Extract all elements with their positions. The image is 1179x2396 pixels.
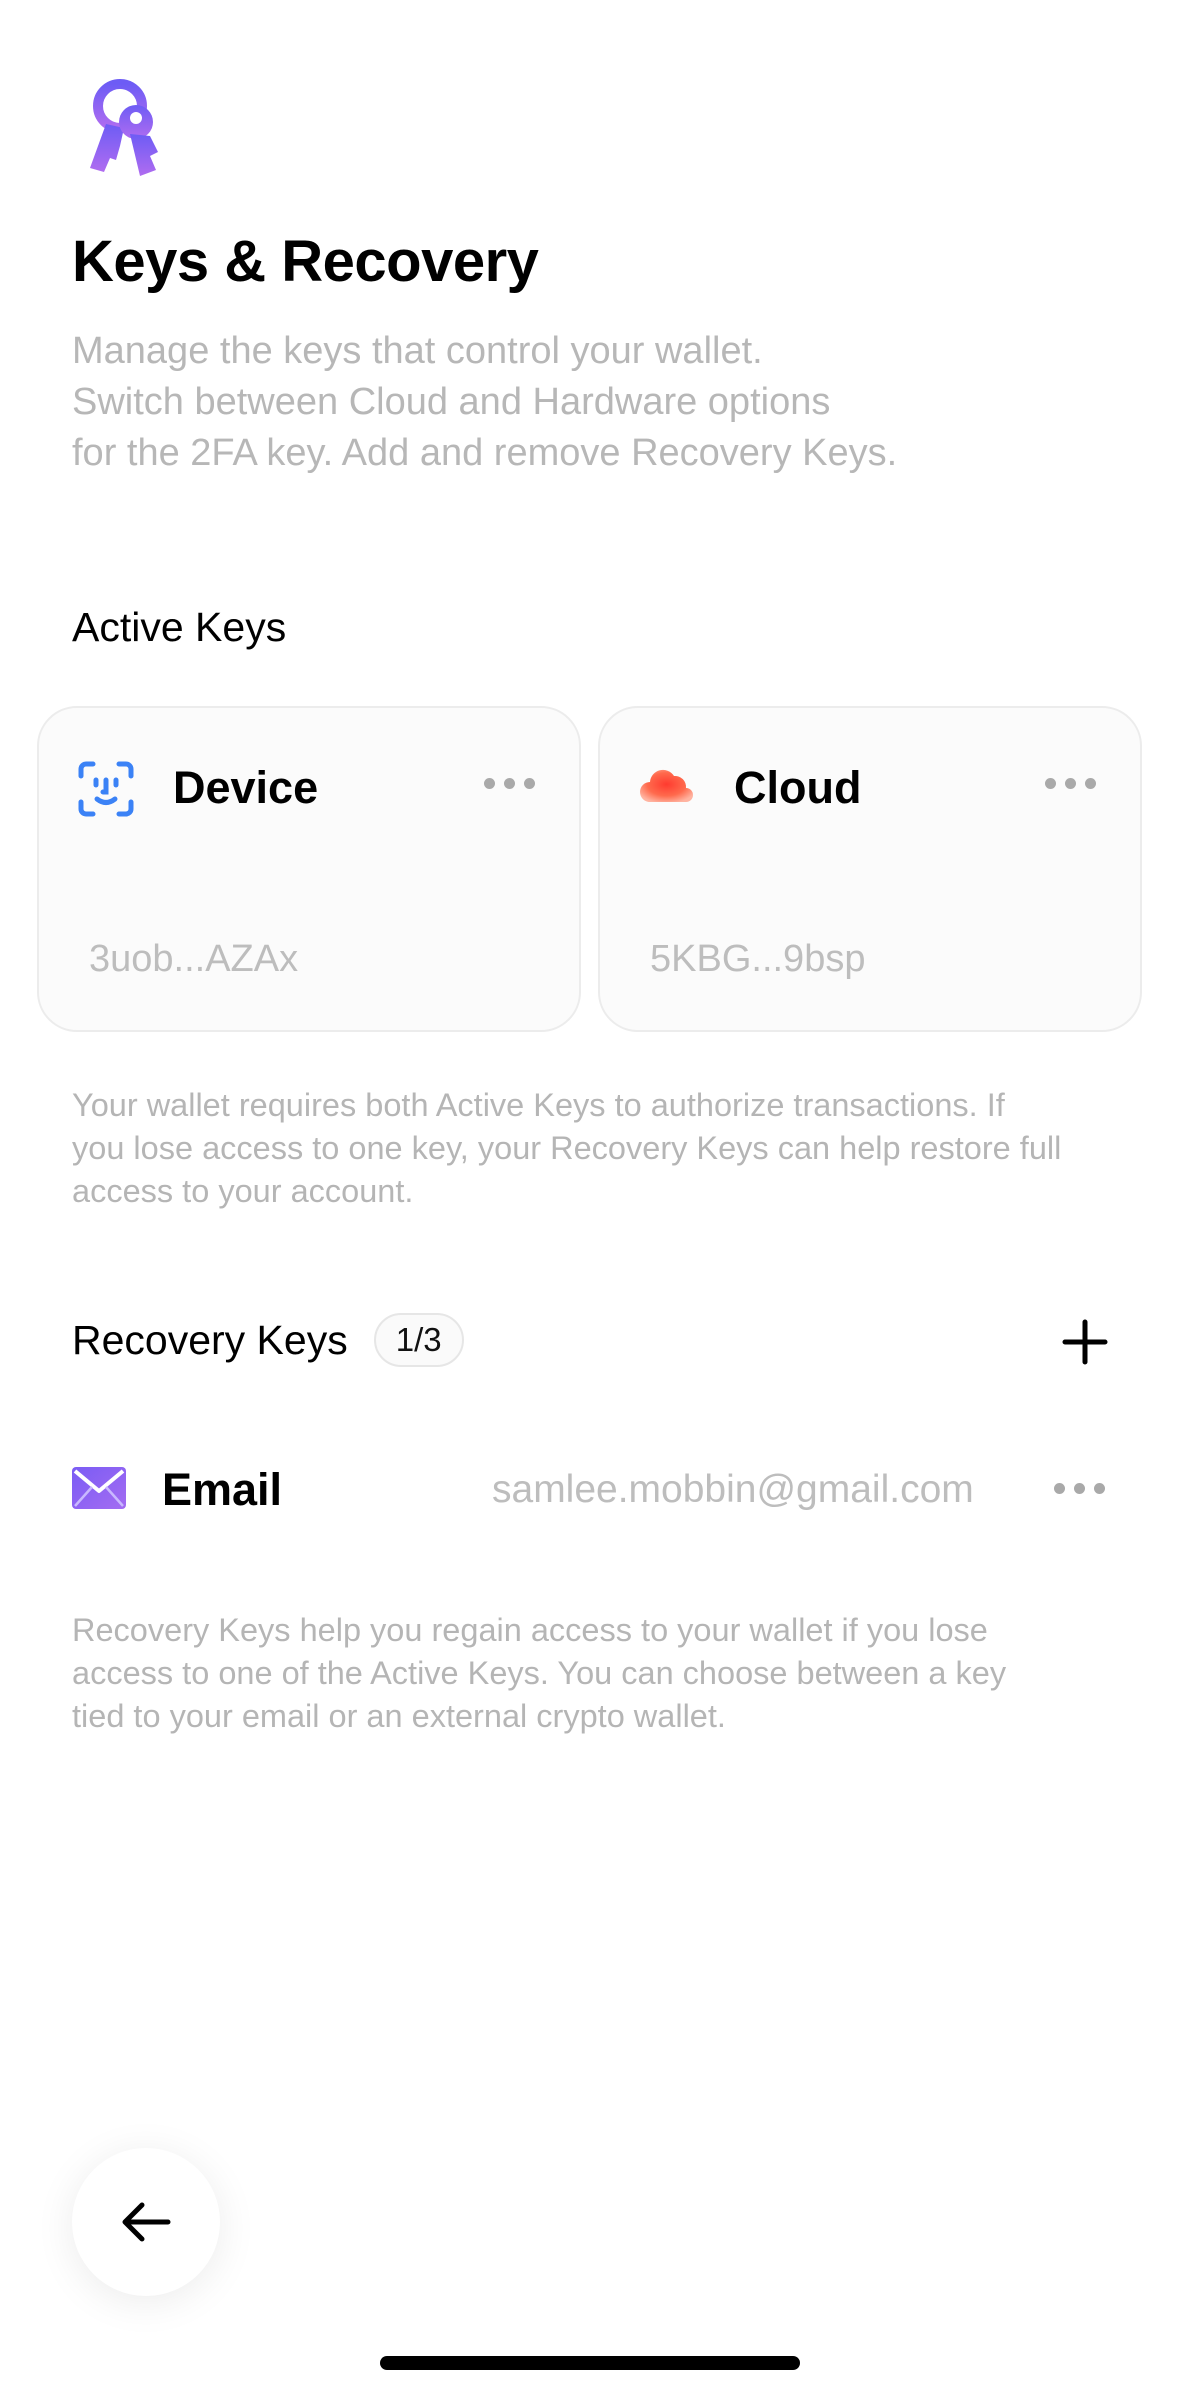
subtitle-line: Manage the keys that control your wallet…	[72, 330, 763, 372]
cloud-icon	[638, 760, 696, 818]
active-keys-note: Your wallet requires both Active Keys to…	[72, 1084, 1112, 1213]
recovery-key-row[interactable]: Email samlee.mobbin@gmail.com	[72, 1448, 1112, 1528]
cloud-key-name: Cloud	[734, 762, 862, 813]
recovery-keys-title: Recovery Keys	[72, 1316, 348, 1363]
recovery-keys-header: Recovery Keys 1/3	[72, 1308, 464, 1372]
device-more-icon[interactable]	[484, 778, 535, 789]
cloud-key-address: 5KBG...9bsp	[650, 938, 866, 980]
note-line: access to one of the Active Keys. You ca…	[72, 1655, 1007, 1691]
email-more-icon[interactable]	[1054, 1483, 1105, 1494]
device-key-card[interactable]: Device 3uob...AZAx	[37, 706, 581, 1032]
arrow-left-icon	[122, 2202, 171, 2242]
back-button[interactable]	[72, 2148, 220, 2296]
keys-icon	[84, 76, 164, 180]
note-line: Recovery Keys help you regain access to …	[72, 1612, 988, 1648]
recovery-key-name: Email	[162, 1464, 283, 1515]
plus-icon	[1062, 1319, 1108, 1365]
device-key-name: Device	[173, 762, 319, 813]
face-id-icon	[77, 760, 135, 818]
cloud-key-card[interactable]: Cloud 5KBG...9bsp	[598, 706, 1142, 1032]
page-title: Keys & Recovery	[72, 229, 539, 294]
email-icon	[72, 1467, 126, 1509]
cloud-more-icon[interactable]	[1045, 778, 1096, 789]
subtitle-line: for the 2FA key. Add and remove Recovery…	[72, 432, 898, 474]
subtitle-line: Switch between Cloud and Hardware option…	[72, 381, 831, 423]
recovery-count-badge: 1/3	[373, 1313, 464, 1367]
active-keys-title: Active Keys	[72, 604, 287, 650]
note-line: access to your account.	[72, 1173, 414, 1209]
note-line: you lose access to one key, your Recover…	[72, 1130, 1062, 1166]
recovery-key-email: samlee.mobbin@gmail.com	[492, 1468, 974, 1511]
page-subtitle: Manage the keys that control your wallet…	[72, 326, 1112, 479]
note-line: Your wallet requires both Active Keys to…	[72, 1087, 1005, 1123]
note-line: tied to your email or an external crypto…	[72, 1698, 726, 1734]
device-key-address: 3uob...AZAx	[89, 938, 299, 980]
home-indicator[interactable]	[380, 2356, 800, 2370]
recovery-keys-note: Recovery Keys help you regain access to …	[72, 1609, 1112, 1738]
add-recovery-key-button[interactable]	[1057, 1314, 1113, 1370]
